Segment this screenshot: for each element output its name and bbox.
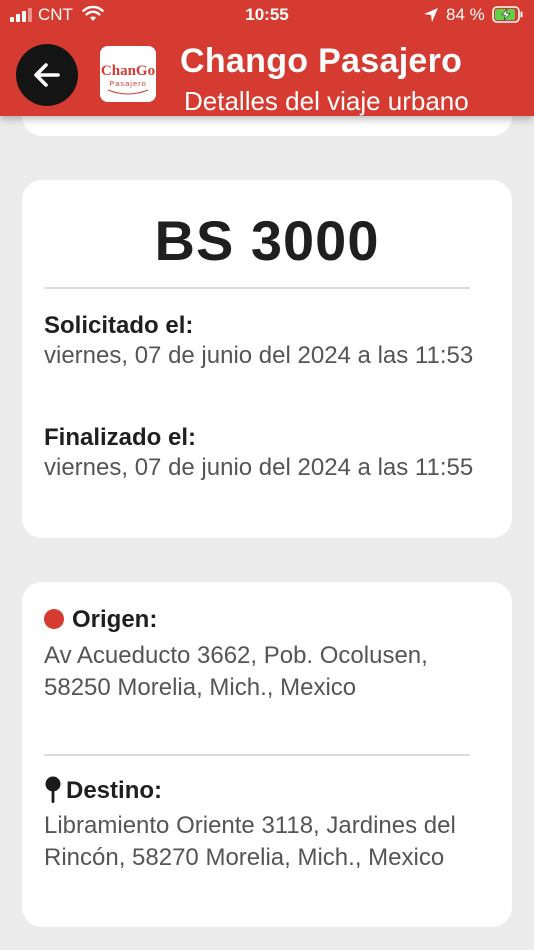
back-button[interactable] — [16, 44, 78, 106]
status-bar: CNT 10:55 84 % — [0, 0, 534, 30]
arrow-left-icon — [34, 63, 60, 87]
route-card: Origen: Av Acueducto 3662, Pob. Ocolusen… — [22, 582, 512, 927]
finished-value: viernes, 07 de junio del 2024 a las 11:5… — [44, 454, 474, 481]
origin-heading: Origen: — [44, 606, 157, 634]
requested-value: viernes, 07 de junio del 2024 a las 11:5… — [44, 342, 474, 369]
trip-amount: BS 3000 — [154, 209, 380, 272]
logo-text: ChanGo — [101, 63, 155, 79]
origin-label: Origen: — [72, 606, 158, 633]
battery-charging-icon — [492, 6, 524, 28]
finished-label: Finalizado el: — [44, 424, 197, 451]
battery-percentage: 84 % — [446, 5, 485, 24]
page-subtitle: Detalles del viaje urbano — [184, 86, 469, 116]
origin-address: Av Acueducto 3662, Pob. Ocolusen, 58250 … — [44, 642, 428, 701]
divider — [44, 287, 470, 289]
map-pin-icon — [44, 776, 62, 811]
logo-subtext: Pasajero — [109, 79, 147, 88]
divider — [44, 754, 470, 756]
destination-heading: Destino: — [44, 776, 162, 811]
trip-summary-card: BS 3000 Solicitado el: viernes, 07 de ju… — [22, 180, 512, 538]
app-header: CNT 10:55 84 % ChanGo Pasajero Chango Pa… — [0, 0, 534, 116]
requested-label: Solicitado el: — [44, 312, 194, 339]
origin-dot-icon — [44, 609, 64, 629]
app-title: Chango Pasajero — [180, 42, 463, 80]
app-logo: ChanGo Pasajero — [100, 46, 156, 102]
destination-label: Destino: — [66, 777, 162, 804]
location-arrow-icon — [423, 7, 439, 28]
destination-address: Libramiento Oriente 3118, Jardines del R… — [44, 812, 456, 871]
